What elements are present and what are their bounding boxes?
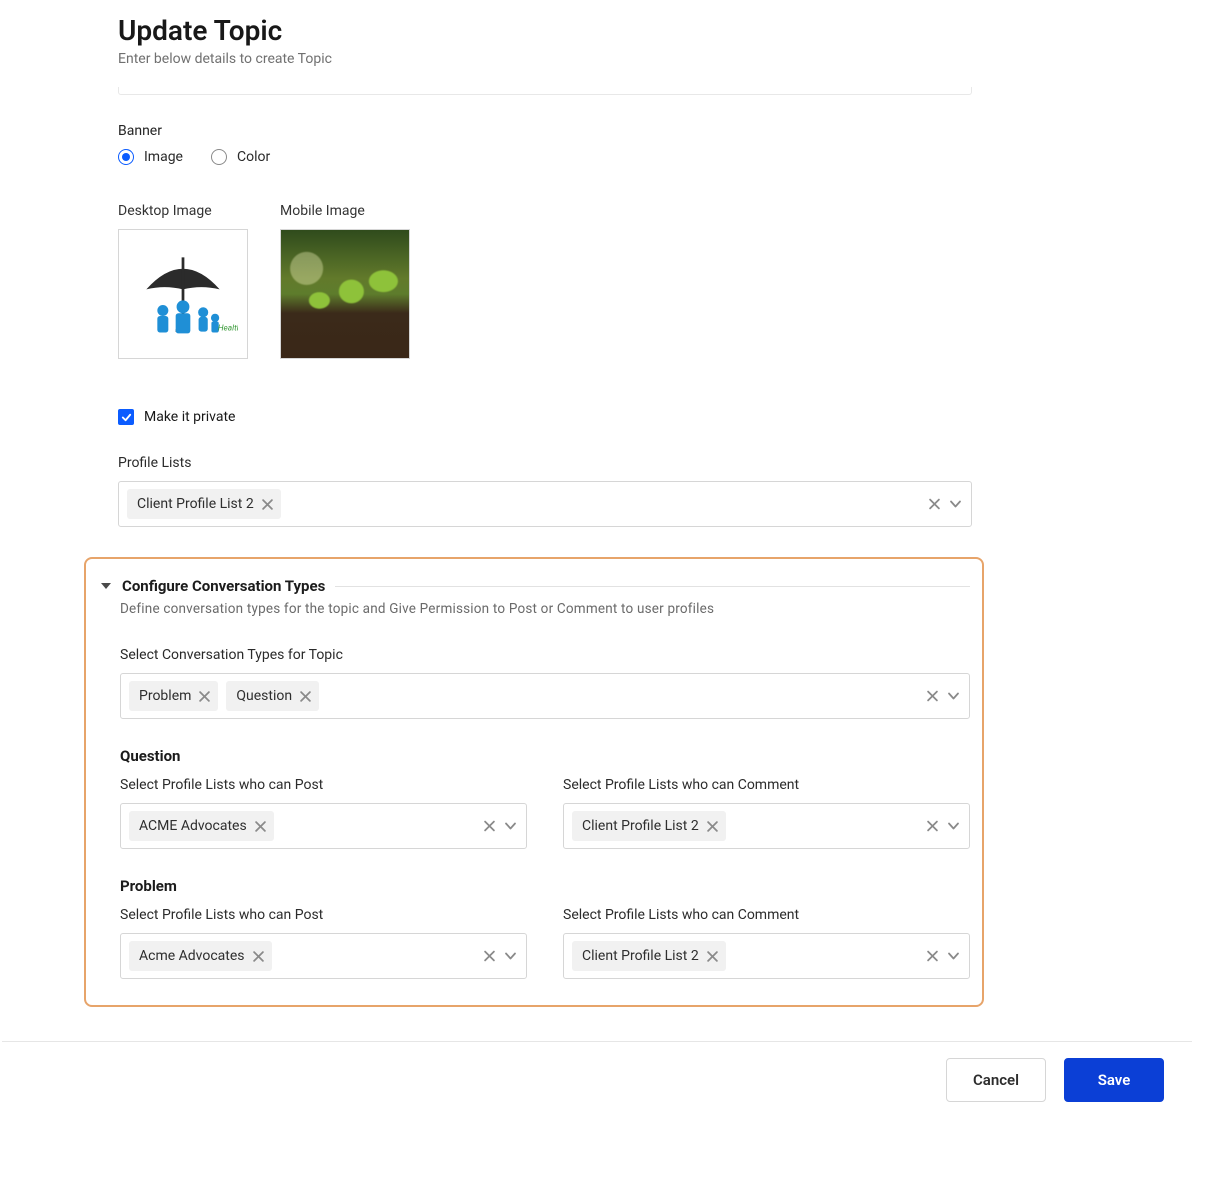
question-post-label: Select Profile Lists who can Post xyxy=(120,777,527,793)
remove-tag-icon[interactable] xyxy=(199,691,210,702)
clear-all-icon[interactable] xyxy=(484,951,495,962)
chevron-down-icon[interactable] xyxy=(948,691,959,702)
banner-radio-group: Image Color xyxy=(118,149,972,165)
clear-all-icon[interactable] xyxy=(927,821,938,832)
tag-label: Question xyxy=(236,688,292,704)
footer-actions: Cancel Save xyxy=(2,1041,1192,1138)
make-private-toggle[interactable]: Make it private xyxy=(118,409,972,425)
radio-icon xyxy=(118,149,134,165)
tag: Problem xyxy=(129,681,218,711)
desktop-image-label: Desktop Image xyxy=(118,203,248,219)
conversation-types-input[interactable]: Problem Question xyxy=(120,673,970,719)
radio-icon xyxy=(211,149,227,165)
profile-lists-input[interactable]: Client Profile List 2 xyxy=(118,481,972,527)
tag-label: ACME Advocates xyxy=(139,818,247,834)
group-heading-problem: Problem xyxy=(120,877,970,895)
chevron-down-icon[interactable] xyxy=(505,821,516,832)
make-private-label: Make it private xyxy=(144,409,235,425)
question-comment-input[interactable]: Client Profile List 2 xyxy=(563,803,970,849)
clear-all-icon[interactable] xyxy=(927,691,938,702)
tag-label: Client Profile List 2 xyxy=(582,818,699,834)
tag-label: Client Profile List 2 xyxy=(582,948,699,964)
tag: ACME Advocates xyxy=(129,811,274,841)
mobile-image-label: Mobile Image xyxy=(280,203,410,219)
profile-lists-label: Profile Lists xyxy=(118,455,972,471)
configure-conversation-types-section: Configure Conversation Types Define conv… xyxy=(84,557,984,1007)
problem-comment-label: Select Profile Lists who can Comment xyxy=(563,907,970,923)
banner-option-image[interactable]: Image xyxy=(118,149,183,165)
remove-tag-icon[interactable] xyxy=(253,951,264,962)
clear-all-icon[interactable] xyxy=(484,821,495,832)
section-title: Configure Conversation Types xyxy=(122,577,325,595)
remove-tag-icon[interactable] xyxy=(707,951,718,962)
tag: Question xyxy=(226,681,319,711)
tag: Acme Advocates xyxy=(129,941,272,971)
clear-all-icon[interactable] xyxy=(929,499,940,510)
remove-tag-icon[interactable] xyxy=(255,821,266,832)
clear-all-icon[interactable] xyxy=(927,951,938,962)
checkbox-icon xyxy=(118,409,134,425)
desktop-image-thumb[interactable]: Health & C xyxy=(118,229,248,359)
remove-tag-icon[interactable] xyxy=(262,499,273,510)
tag-label: Problem xyxy=(139,688,191,704)
chevron-down-icon[interactable] xyxy=(948,951,959,962)
banner-option-image-label: Image xyxy=(144,149,183,165)
section-subtitle: Define conversation types for the topic … xyxy=(120,601,970,617)
remove-tag-icon[interactable] xyxy=(707,821,718,832)
question-post-input[interactable]: ACME Advocates xyxy=(120,803,527,849)
remove-tag-icon[interactable] xyxy=(300,691,311,702)
svg-text:Health & C: Health & C xyxy=(218,324,238,334)
problem-post-label: Select Profile Lists who can Post xyxy=(120,907,527,923)
save-button[interactable]: Save xyxy=(1064,1058,1164,1102)
cancel-button[interactable]: Cancel xyxy=(946,1058,1046,1102)
banner-label: Banner xyxy=(118,123,972,139)
collapse-caret-icon[interactable] xyxy=(100,580,112,592)
tag-label: Acme Advocates xyxy=(139,948,245,964)
banner-option-color[interactable]: Color xyxy=(211,149,270,165)
conversation-types-label: Select Conversation Types for Topic xyxy=(120,647,970,663)
problem-post-input[interactable]: Acme Advocates xyxy=(120,933,527,979)
tag-label: Client Profile List 2 xyxy=(137,496,254,512)
group-heading-question: Question xyxy=(120,747,970,765)
tag: Client Profile List 2 xyxy=(572,941,726,971)
top-divider xyxy=(118,87,972,95)
problem-comment-input[interactable]: Client Profile List 2 xyxy=(563,933,970,979)
chevron-down-icon[interactable] xyxy=(948,821,959,832)
tag: Client Profile List 2 xyxy=(127,489,281,519)
banner-option-color-label: Color xyxy=(237,149,270,165)
chevron-down-icon[interactable] xyxy=(505,951,516,962)
question-comment-label: Select Profile Lists who can Comment xyxy=(563,777,970,793)
tag: Client Profile List 2 xyxy=(572,811,726,841)
chevron-down-icon[interactable] xyxy=(950,499,961,510)
image-uploads: Desktop Image Health & C xyxy=(118,203,972,359)
page-title: Update Topic xyxy=(118,14,972,47)
page-subtitle: Enter below details to create Topic xyxy=(118,51,972,67)
mobile-image-thumb[interactable] xyxy=(280,229,410,359)
section-rule xyxy=(335,586,970,587)
